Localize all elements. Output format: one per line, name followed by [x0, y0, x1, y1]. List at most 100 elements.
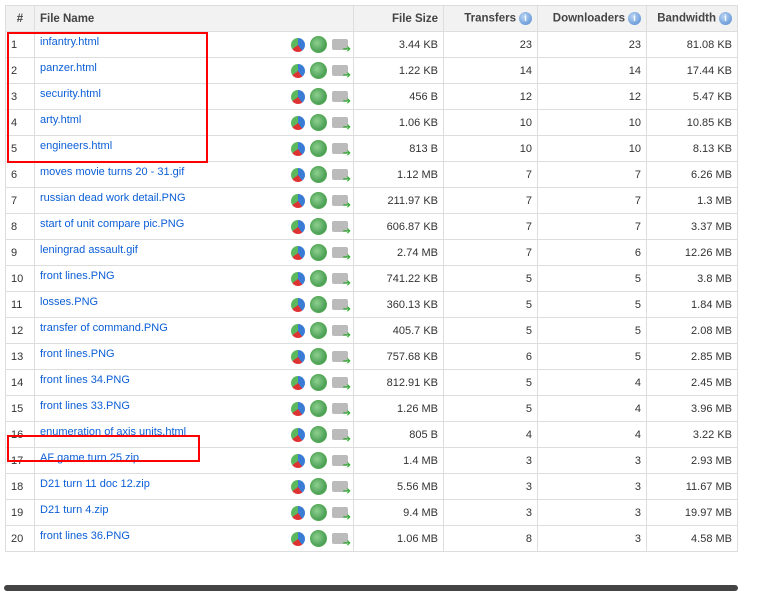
download-icon[interactable]	[332, 299, 351, 315]
header-transfers[interactable]: Transfers i	[443, 5, 538, 32]
download-icon[interactable]	[332, 65, 351, 81]
download-icon[interactable]	[332, 169, 351, 185]
download-icon[interactable]	[332, 403, 351, 419]
stats-pie-icon[interactable]	[291, 63, 305, 78]
globe-icon[interactable]	[310, 218, 327, 235]
globe-icon[interactable]	[310, 426, 327, 443]
globe-icon[interactable]	[310, 478, 327, 495]
stats-pie-icon[interactable]	[291, 37, 305, 52]
stats-pie-icon[interactable]	[291, 479, 305, 494]
stats-pie-icon[interactable]	[291, 349, 305, 364]
table-row: 15 front lines 33.PNG 1.26 MB 5 4 3.96 M…	[5, 395, 738, 422]
stats-pie-icon[interactable]	[291, 297, 305, 312]
downloaders: 5	[537, 265, 647, 292]
download-icon[interactable]	[332, 195, 351, 211]
file-size: 5.56 MB	[353, 473, 444, 500]
stats-pie-icon[interactable]	[291, 427, 305, 442]
globe-icon[interactable]	[310, 530, 327, 547]
download-icon[interactable]	[332, 247, 351, 263]
download-icon[interactable]	[332, 143, 351, 159]
download-icon[interactable]	[332, 429, 351, 445]
file-link[interactable]: losses.PNG	[40, 296, 98, 308]
transfers: 14	[443, 57, 538, 84]
globe-icon[interactable]	[310, 36, 327, 53]
file-name-cell: AF game turn 25.zip	[34, 447, 354, 474]
globe-icon[interactable]	[310, 88, 327, 105]
download-icon[interactable]	[332, 481, 351, 497]
file-link[interactable]: infantry.html	[40, 36, 99, 48]
row-number: 5	[5, 135, 35, 162]
download-icon[interactable]	[332, 325, 351, 341]
file-link[interactable]: AF game turn 25.zip	[40, 452, 139, 464]
transfers: 12	[443, 83, 538, 110]
file-link[interactable]: front lines.PNG	[40, 270, 115, 282]
file-link[interactable]: moves movie turns 20 - 31.gif	[40, 166, 184, 178]
globe-icon[interactable]	[310, 296, 327, 313]
globe-icon[interactable]	[310, 322, 327, 339]
globe-icon[interactable]	[310, 348, 327, 365]
info-icon[interactable]: i	[719, 12, 732, 25]
stats-pie-icon[interactable]	[291, 141, 305, 156]
globe-icon[interactable]	[310, 504, 327, 521]
file-link[interactable]: panzer.html	[40, 62, 97, 74]
header-file-name[interactable]: File Name	[34, 5, 354, 32]
file-link[interactable]: engineers.html	[40, 140, 112, 152]
globe-icon[interactable]	[310, 62, 327, 79]
stats-pie-icon[interactable]	[291, 193, 305, 208]
info-icon[interactable]: i	[628, 12, 641, 25]
file-link[interactable]: front lines 34.PNG	[40, 374, 130, 386]
table-row: 12 transfer of command.PNG 405.7 KB 5 5 …	[5, 317, 738, 344]
stats-pie-icon[interactable]	[291, 453, 305, 468]
downloaders: 14	[537, 57, 647, 84]
stats-pie-icon[interactable]	[291, 401, 305, 416]
file-name-cell: engineers.html	[34, 135, 354, 162]
globe-icon[interactable]	[310, 452, 327, 469]
download-icon[interactable]	[332, 455, 351, 471]
info-icon[interactable]: i	[519, 12, 532, 25]
stats-pie-icon[interactable]	[291, 245, 305, 260]
download-icon[interactable]	[332, 273, 351, 289]
file-link[interactable]: start of unit compare pic.PNG	[40, 218, 184, 230]
stats-pie-icon[interactable]	[291, 323, 305, 338]
header-file-size[interactable]: File Size	[353, 5, 444, 32]
globe-icon[interactable]	[310, 374, 327, 391]
stats-pie-icon[interactable]	[291, 115, 305, 130]
file-link[interactable]: leningrad assault.gif	[40, 244, 138, 256]
row-number: 3	[5, 83, 35, 110]
globe-icon[interactable]	[310, 114, 327, 131]
globe-icon[interactable]	[310, 192, 327, 209]
download-icon[interactable]	[332, 117, 351, 133]
globe-icon[interactable]	[310, 270, 327, 287]
globe-icon[interactable]	[310, 166, 327, 183]
file-link[interactable]: transfer of command.PNG	[40, 322, 168, 334]
stats-pie-icon[interactable]	[291, 219, 305, 234]
download-icon[interactable]	[332, 533, 351, 549]
download-icon[interactable]	[332, 39, 351, 55]
transfers: 23	[443, 31, 538, 58]
header-bandwidth[interactable]: Bandwidth i	[646, 5, 738, 32]
download-icon[interactable]	[332, 221, 351, 237]
stats-pie-icon[interactable]	[291, 167, 305, 182]
globe-icon[interactable]	[310, 140, 327, 157]
file-link[interactable]: front lines.PNG	[40, 348, 115, 360]
file-link[interactable]: front lines 33.PNG	[40, 400, 130, 412]
header-downloaders[interactable]: Downloaders i	[537, 5, 647, 32]
download-icon[interactable]	[332, 507, 351, 523]
download-icon[interactable]	[332, 91, 351, 107]
globe-icon[interactable]	[310, 400, 327, 417]
file-link[interactable]: russian dead work detail.PNG	[40, 192, 186, 204]
stats-pie-icon[interactable]	[291, 375, 305, 390]
stats-pie-icon[interactable]	[291, 505, 305, 520]
stats-pie-icon[interactable]	[291, 531, 305, 546]
download-icon[interactable]	[332, 377, 351, 393]
stats-pie-icon[interactable]	[291, 271, 305, 286]
file-link[interactable]: enumeration of axis units.html	[40, 426, 186, 438]
globe-icon[interactable]	[310, 244, 327, 261]
file-link[interactable]: front lines 36.PNG	[40, 530, 130, 542]
file-link[interactable]: D21 turn 11 doc 12.zip	[40, 478, 150, 490]
file-link[interactable]: D21 turn 4.zip	[40, 504, 108, 516]
download-icon[interactable]	[332, 351, 351, 367]
file-link[interactable]: arty.html	[40, 114, 81, 126]
file-link[interactable]: security.html	[40, 88, 101, 100]
stats-pie-icon[interactable]	[291, 89, 305, 104]
